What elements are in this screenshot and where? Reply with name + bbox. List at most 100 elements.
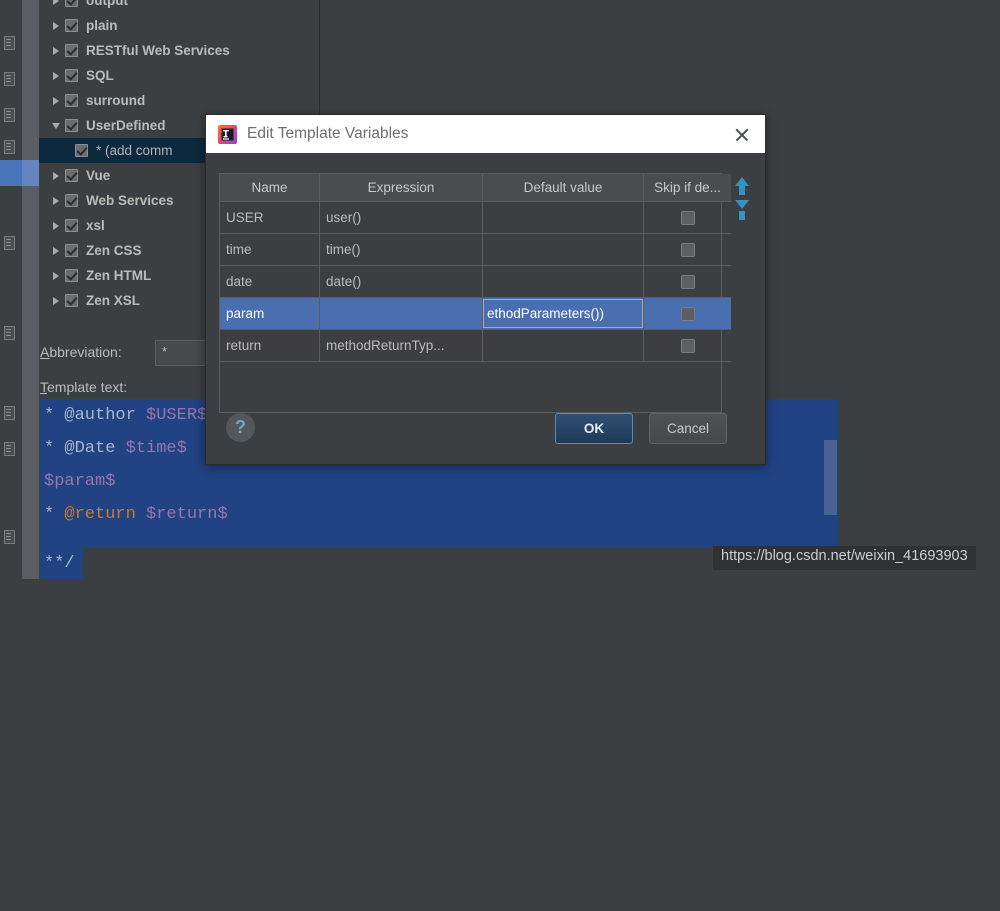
cell-default-value-editing[interactable]: ethodParameters()) (482, 297, 644, 330)
move-down-button[interactable] (732, 209, 752, 229)
table-row[interactable]: USER user() (220, 201, 731, 234)
cancel-button[interactable]: Cancel (649, 413, 727, 444)
default-value-input[interactable]: ethodParameters()) (483, 299, 643, 328)
left-scrollbar-thumb[interactable] (0, 160, 39, 186)
move-up-button[interactable] (732, 177, 752, 197)
tree-item[interactable]: SQL (39, 63, 319, 88)
chevron-down-icon[interactable] (47, 122, 65, 129)
tree-item[interactable]: output (39, 0, 319, 13)
checkbox[interactable] (65, 219, 78, 232)
document-icon (3, 442, 16, 456)
document-icon (3, 36, 16, 50)
checkbox[interactable] (680, 339, 695, 354)
checkbox[interactable] (65, 94, 78, 107)
cell-name[interactable]: date (220, 265, 320, 298)
checkbox[interactable] (65, 119, 78, 132)
tree-item[interactable]: surround (39, 88, 319, 113)
checkbox[interactable] (680, 275, 695, 290)
table-row[interactable]: time time() (220, 233, 731, 266)
template-text-label: Template text: (40, 379, 128, 395)
chevron-right-icon[interactable] (47, 96, 65, 105)
cell-name[interactable]: USER (220, 201, 320, 234)
checkbox[interactable] (680, 243, 695, 258)
ok-button[interactable]: OK (555, 413, 633, 444)
variables-table[interactable]: Name Expression Default value Skip if de… (219, 173, 731, 413)
cell-skip[interactable] (643, 265, 731, 298)
chevron-right-icon[interactable] (47, 271, 65, 280)
cell-name[interactable]: param (220, 297, 320, 330)
cell-skip[interactable] (643, 329, 731, 362)
cell-skip[interactable] (643, 297, 731, 330)
chevron-right-icon[interactable] (47, 46, 65, 55)
tree-item-label: Zen XSL (86, 293, 141, 308)
template-text-scrollbar[interactable] (824, 440, 837, 515)
cell-default-value[interactable] (482, 329, 644, 362)
table-header-row: Name Expression Default value Skip if de… (220, 174, 731, 202)
chevron-right-icon[interactable] (47, 296, 65, 305)
tree-item-label: Zen HTML (86, 268, 152, 283)
checkbox[interactable] (65, 19, 78, 32)
chevron-right-icon[interactable] (47, 196, 65, 205)
cell-expression[interactable] (319, 297, 483, 330)
cell-expression[interactable]: user() (319, 201, 483, 234)
dialog-titlebar: Edit Template Variables (206, 115, 765, 153)
chevron-right-icon[interactable] (47, 246, 65, 255)
checkbox[interactable] (65, 194, 78, 207)
code-line: $param$ (44, 472, 116, 491)
tree-item-label: Vue (86, 168, 111, 183)
checkbox[interactable] (65, 294, 78, 307)
checkbox[interactable] (65, 69, 78, 82)
document-icon (3, 530, 16, 544)
edit-template-variables-dialog: Edit Template Variables Name Expression … (205, 114, 766, 465)
left-scrollbar-track[interactable] (22, 0, 39, 579)
checkbox[interactable] (65, 244, 78, 257)
tree-item-label: SQL (86, 68, 114, 83)
tree-item[interactable]: RESTful Web Services (39, 38, 319, 63)
tree-item-label: * (add comm (96, 143, 173, 158)
tree-item-label: output (86, 0, 128, 8)
cell-skip[interactable] (643, 233, 731, 266)
checkbox[interactable] (65, 269, 78, 282)
tree-item[interactable]: plain (39, 13, 319, 38)
column-header-default-value[interactable]: Default value (482, 174, 644, 202)
chevron-right-icon[interactable] (47, 71, 65, 80)
tree-item-label: Web Services (86, 193, 174, 208)
table-row-selected[interactable]: param ethodParameters()) (220, 297, 731, 330)
cell-default-value[interactable] (482, 265, 644, 298)
template-options-panel: Edit variables Options Expand with Enter… (838, 330, 1000, 579)
chevron-right-icon[interactable] (47, 221, 65, 230)
help-button[interactable]: ? (226, 413, 255, 442)
checkbox[interactable] (65, 169, 78, 182)
table-row[interactable]: return methodReturnTyp... (220, 329, 731, 362)
cell-expression[interactable]: date() (319, 265, 483, 298)
cell-default-value[interactable] (482, 233, 644, 266)
editor-gutter (0, 0, 22, 579)
code-line-last: **/ (44, 554, 75, 573)
checkbox[interactable] (680, 307, 695, 322)
dialog-body: Name Expression Default value Skip if de… (206, 153, 765, 464)
checkbox[interactable] (65, 0, 78, 7)
column-header-expression[interactable]: Expression (319, 174, 483, 202)
checkbox[interactable] (680, 211, 695, 226)
document-icon (3, 140, 16, 154)
tree-item-label: RESTful Web Services (86, 43, 230, 58)
cell-expression[interactable]: time() (319, 233, 483, 266)
table-row[interactable]: date date() (220, 265, 731, 298)
tree-item-label: surround (86, 93, 146, 108)
document-icon (3, 326, 16, 340)
chevron-right-icon[interactable] (47, 171, 65, 180)
cell-default-value[interactable] (482, 201, 644, 234)
checkbox[interactable] (75, 144, 88, 157)
chevron-right-icon[interactable] (47, 21, 65, 30)
close-icon[interactable] (733, 126, 751, 144)
cell-expression[interactable]: methodReturnTyp... (319, 329, 483, 362)
cell-skip[interactable] (643, 201, 731, 234)
cell-name[interactable]: time (220, 233, 320, 266)
chevron-right-icon[interactable] (47, 0, 65, 5)
checkbox[interactable] (65, 44, 78, 57)
document-icon (3, 236, 16, 250)
tree-item-label: UserDefined (86, 118, 166, 133)
column-header-name[interactable]: Name (220, 174, 320, 202)
cell-name[interactable]: return (220, 329, 320, 362)
column-header-skip-if-defined[interactable]: Skip if de... (643, 174, 731, 202)
